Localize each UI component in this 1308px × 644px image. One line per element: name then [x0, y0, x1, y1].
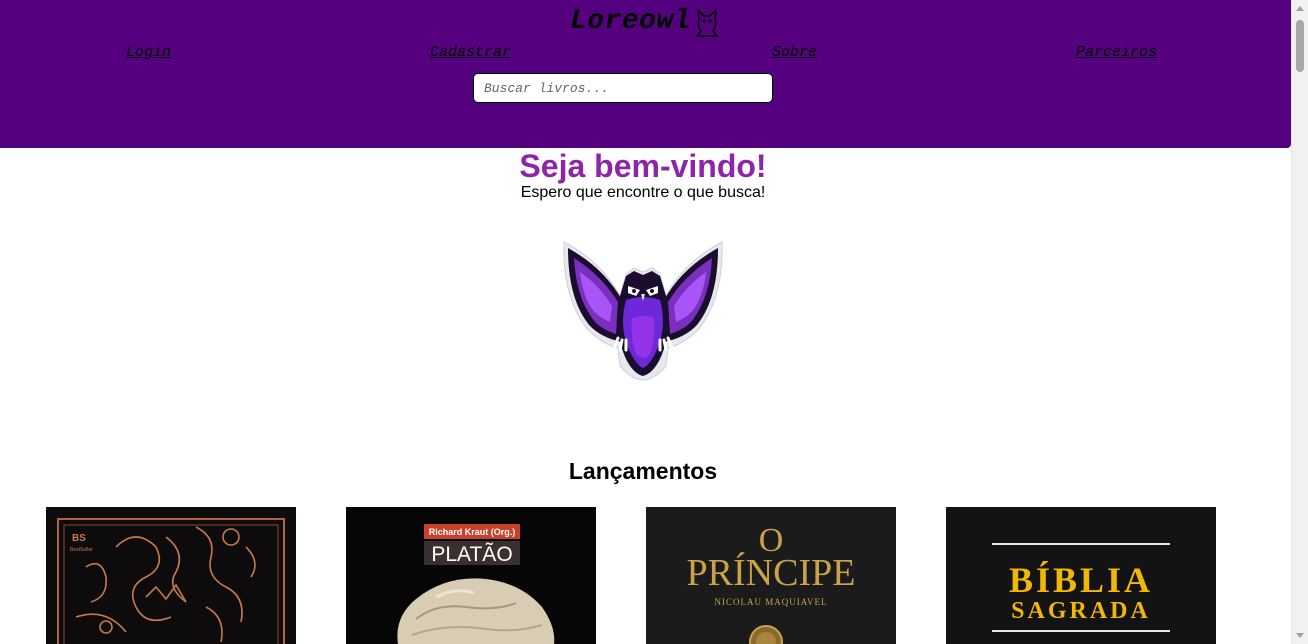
book-4-title: BÍBLIA — [1009, 560, 1153, 600]
nav-link-login[interactable]: Login — [126, 44, 171, 61]
scroll-down-arrow-icon[interactable] — [1296, 633, 1304, 638]
book-4-subtitle: SAGRADA — [1011, 598, 1151, 624]
nav-link-parceiros[interactable]: Parceiros — [1076, 44, 1157, 61]
vertical-scrollbar[interactable] — [1291, 0, 1308, 644]
book-3-title: PRÍNCIPE — [687, 552, 856, 594]
scroll-thumb[interactable] — [1296, 20, 1304, 72]
site-header: Loreowl Login Cadastrar Sobre Parceiros — [0, 0, 1291, 148]
scroll-up-arrow-icon[interactable] — [1296, 6, 1304, 11]
book-3-author: NICOLAU MAQUIAVEL — [714, 597, 827, 607]
book-1-badge: BS — [72, 533, 86, 544]
brand-name: Loreowl — [569, 6, 692, 37]
search-input[interactable] — [473, 73, 773, 103]
releases-title: Lançamentos — [568, 458, 718, 484]
book-cover-1[interactable]: BS BestSeller — [46, 507, 296, 644]
welcome-title: Seja bem-vindo! — [519, 148, 767, 184]
book-cover-3[interactable]: O PRÍNCIPE NICOLAU MAQUIAVEL — [646, 507, 896, 644]
nav-link-cadastrar[interactable]: Cadastrar — [430, 44, 511, 61]
owl-outline-icon — [695, 7, 719, 37]
welcome-subtitle: Espero que encontre o que busca! — [520, 184, 766, 201]
purple-owl-mascot-icon — [563, 241, 723, 381]
book-cover-4[interactable]: BÍBLIA SAGRADA — [946, 507, 1216, 644]
page: Loreowl Login Cadastrar Sobre Parceiros … — [0, 0, 1291, 644]
book-2-title: PLATÃO — [431, 542, 512, 566]
nav-link-sobre[interactable]: Sobre — [772, 44, 817, 61]
book-1-badge-sub: BestSeller — [70, 547, 93, 553]
book-2-author: Richard Kraut (Org.) — [429, 527, 516, 537]
brand[interactable]: Loreowl — [0, 6, 1291, 37]
book-cover-2[interactable]: Richard Kraut (Org.) PLATÃO — [346, 507, 596, 644]
